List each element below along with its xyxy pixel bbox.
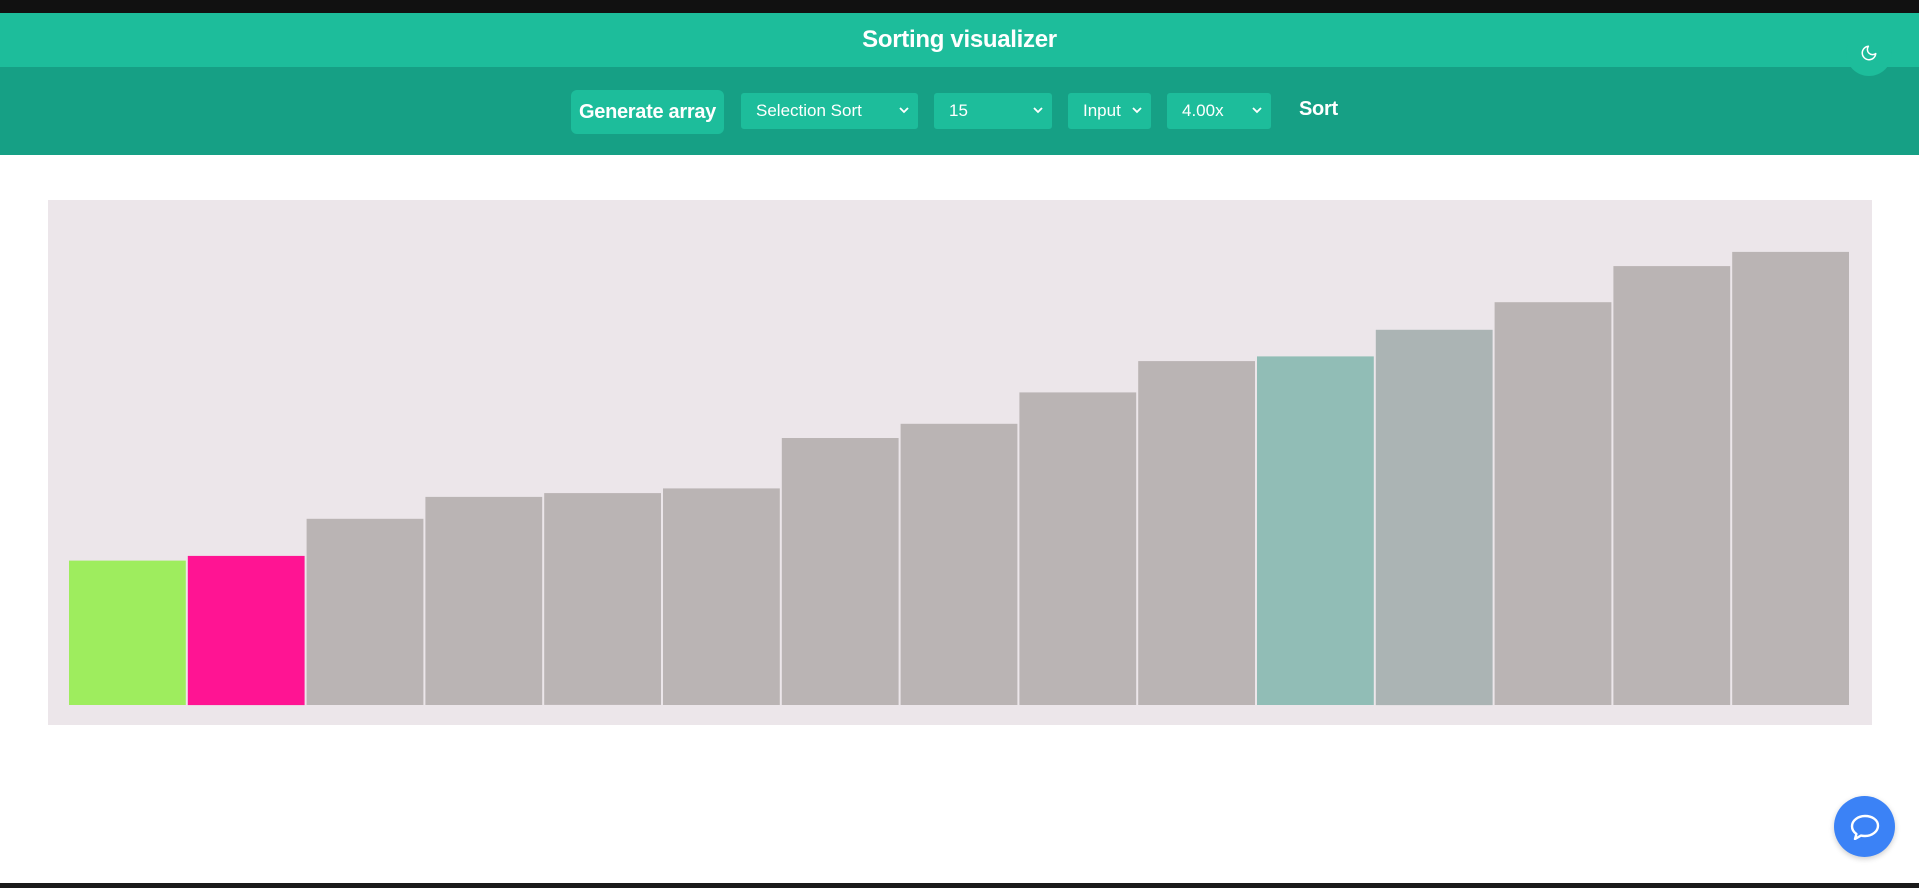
chart-bar bbox=[425, 496, 543, 705]
bar-chart bbox=[69, 251, 1849, 706]
algorithm-select[interactable]: Selection Sort bbox=[741, 93, 918, 129]
chart-bar bbox=[781, 438, 899, 705]
chart-bar bbox=[663, 488, 780, 705]
window-top-strip bbox=[0, 0, 1919, 13]
input-select[interactable]: Input bbox=[1068, 93, 1151, 129]
chart-bar bbox=[306, 518, 424, 705]
speed-select-value: 4.00x bbox=[1182, 101, 1224, 120]
chart-bar bbox=[1494, 302, 1612, 705]
algorithm-select-value: Selection Sort bbox=[756, 101, 862, 120]
toolbar: Generate array Selection Sort 15 Input 4… bbox=[0, 67, 1919, 155]
window-bottom-strip bbox=[0, 883, 1919, 888]
chat-bubble-icon bbox=[1850, 814, 1879, 840]
app-header: Sorting visualizer bbox=[0, 13, 1919, 67]
array-size-select-value: 15 bbox=[949, 101, 968, 120]
chart-bar bbox=[1138, 361, 1255, 705]
chevron-down-icon bbox=[899, 107, 909, 114]
chart-bar bbox=[1375, 329, 1493, 706]
chart-bar bbox=[900, 423, 1018, 705]
chevron-down-icon bbox=[1132, 107, 1142, 114]
chat-button[interactable] bbox=[1834, 796, 1895, 857]
bar-chart-area bbox=[48, 200, 1872, 725]
chevron-down-icon bbox=[1252, 107, 1262, 114]
chart-bar bbox=[187, 555, 305, 706]
speed-select[interactable]: 4.00x bbox=[1167, 93, 1271, 129]
chart-bar bbox=[1257, 356, 1374, 705]
page-title: Sorting visualizer bbox=[862, 26, 1057, 53]
chart-bar bbox=[1019, 392, 1137, 705]
theme-toggle-button[interactable] bbox=[1846, 30, 1892, 76]
array-size-select[interactable]: 15 bbox=[934, 93, 1052, 129]
chart-bar bbox=[544, 493, 661, 705]
chart-bar bbox=[1732, 251, 1849, 705]
chart-bar bbox=[69, 560, 186, 705]
chart-bar bbox=[1613, 266, 1731, 705]
sort-button[interactable]: Sort bbox=[1299, 98, 1338, 121]
moon-icon bbox=[1861, 45, 1877, 61]
chevron-down-icon bbox=[1033, 107, 1043, 114]
input-select-value: Input bbox=[1083, 101, 1121, 120]
generate-array-button[interactable]: Generate array bbox=[571, 90, 724, 134]
